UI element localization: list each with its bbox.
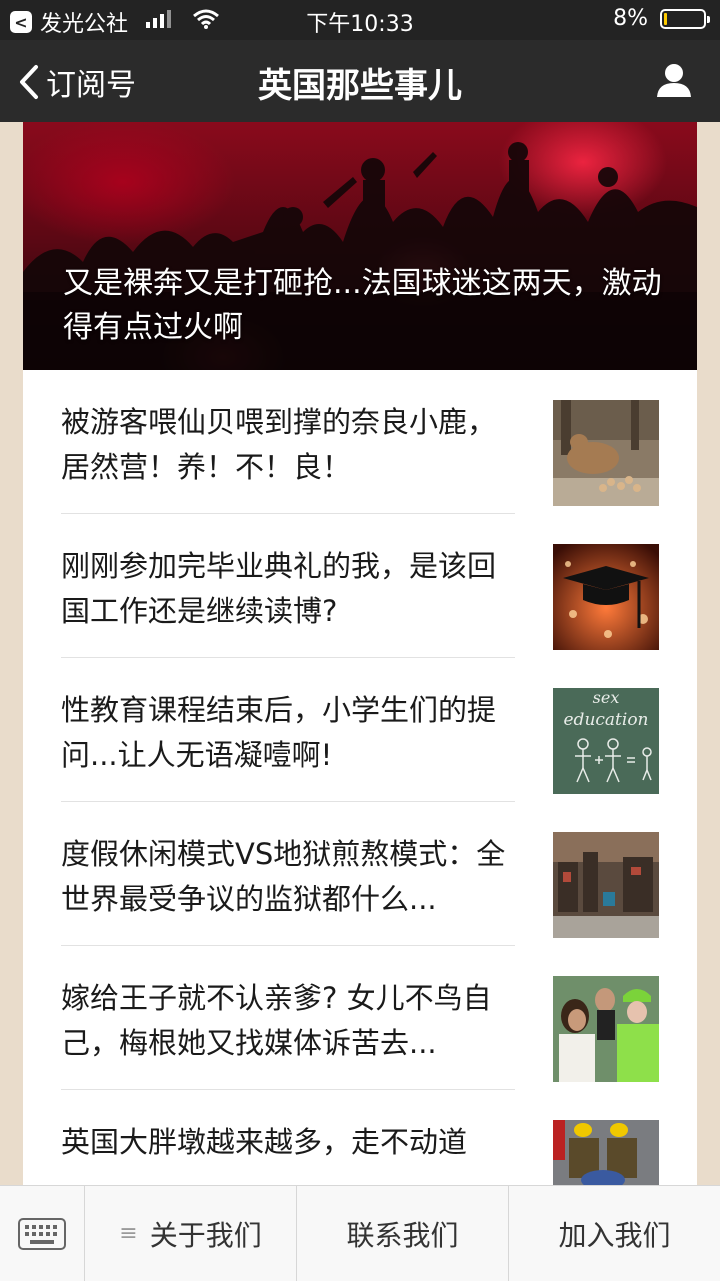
menu-label: 关于我们 xyxy=(149,1218,262,1252)
royals-image xyxy=(553,976,659,1082)
menu-lines-icon: ≡ xyxy=(119,1221,138,1246)
bottom-menu: ≡ 关于我们 联系我们 加入我们 xyxy=(0,1185,720,1281)
article-title: 被游客喂仙贝喂到撑的奈良小鹿，居然营！养！不！良！ xyxy=(61,405,497,484)
deer-image xyxy=(553,400,659,506)
list-item[interactable]: 刚刚参加完毕业典礼的我，是该回国工作还是继续读博? xyxy=(23,514,697,658)
page-title: 英国那些事儿 xyxy=(258,66,462,106)
article-thumbnail xyxy=(553,832,659,938)
article-thumbnail xyxy=(553,1120,659,1185)
status-bar: < 发光公社 下午10:33 8% xyxy=(0,0,720,40)
list-item[interactable]: 度假休闲模式VS地狱煎熬模式：全世界最受争议的监狱都什么... xyxy=(23,802,697,946)
battery-fill xyxy=(664,13,667,25)
article-title: 刚刚参加完毕业典礼的我，是该回国工作还是继续读博? xyxy=(61,549,497,628)
battery-percent: 8% xyxy=(613,6,648,31)
clock: 下午10:33 xyxy=(306,12,414,37)
menu-label: 联系我们 xyxy=(346,1218,459,1252)
hero-caption: 又是裸奔又是打砸抢...法国球迷这两天，激动得有点过火啊 xyxy=(63,266,662,345)
article-title: 英国大胖墩越来越多，走不动道 xyxy=(61,1125,468,1159)
article-title: 度假休闲模式VS地狱煎熬模式：全世界最受争议的监狱都什么... xyxy=(61,837,506,916)
list-item[interactable]: 性教育课程结束后，小学生们的提问...让人无语凝噎啊! sex educatio… xyxy=(23,658,697,802)
article-thumbnail xyxy=(553,976,659,1082)
article-title: 性教育课程结束后，小学生们的提问...让人无语凝噎啊! xyxy=(61,693,497,772)
menu-label: 加入我们 xyxy=(558,1218,671,1252)
nav-bar: 订阅号 英国那些事儿 xyxy=(0,40,720,122)
graduation-cap-image xyxy=(553,544,659,650)
list-item[interactable]: 被游客喂仙贝喂到撑的奈良小鹿，居然营！养！不！良！ xyxy=(23,370,697,514)
list-item[interactable]: 嫁给王子就不认亲爹? 女儿不鸟自己，梅根她又找媒体诉苦去... xyxy=(23,946,697,1090)
firefighters-image xyxy=(553,1120,659,1185)
menu-about-us[interactable]: ≡ 关于我们 xyxy=(85,1186,297,1281)
article-thumbnail xyxy=(553,400,659,506)
stick-figures-image xyxy=(575,738,652,783)
article-title: 嫁给王子就不认亲爹? 女儿不鸟自己，梅根她又找媒体诉苦去... xyxy=(61,981,492,1060)
battery-icon xyxy=(660,9,710,29)
hero-article[interactable]: 又是裸奔又是打砸抢...法国球迷这两天，激动得有点过火啊 xyxy=(23,122,697,370)
profile-icon[interactable] xyxy=(656,62,692,98)
article-thumbnail xyxy=(553,544,659,650)
prison-market-image xyxy=(553,832,659,938)
keyboard-icon xyxy=(18,1217,66,1250)
article-thumbnail: sex education xyxy=(553,688,659,794)
menu-contact-us[interactable]: 联系我们 xyxy=(297,1186,509,1281)
menu-join-us[interactable]: 加入我们 xyxy=(509,1186,720,1281)
article-list: 又是裸奔又是打砸抢...法国球迷这两天，激动得有点过火啊 被游客喂仙贝喂到撑的奈… xyxy=(23,122,697,1185)
keyboard-toggle-button[interactable] xyxy=(0,1186,85,1281)
list-item[interactable]: 英国大胖墩越来越多，走不动道 xyxy=(23,1090,697,1185)
